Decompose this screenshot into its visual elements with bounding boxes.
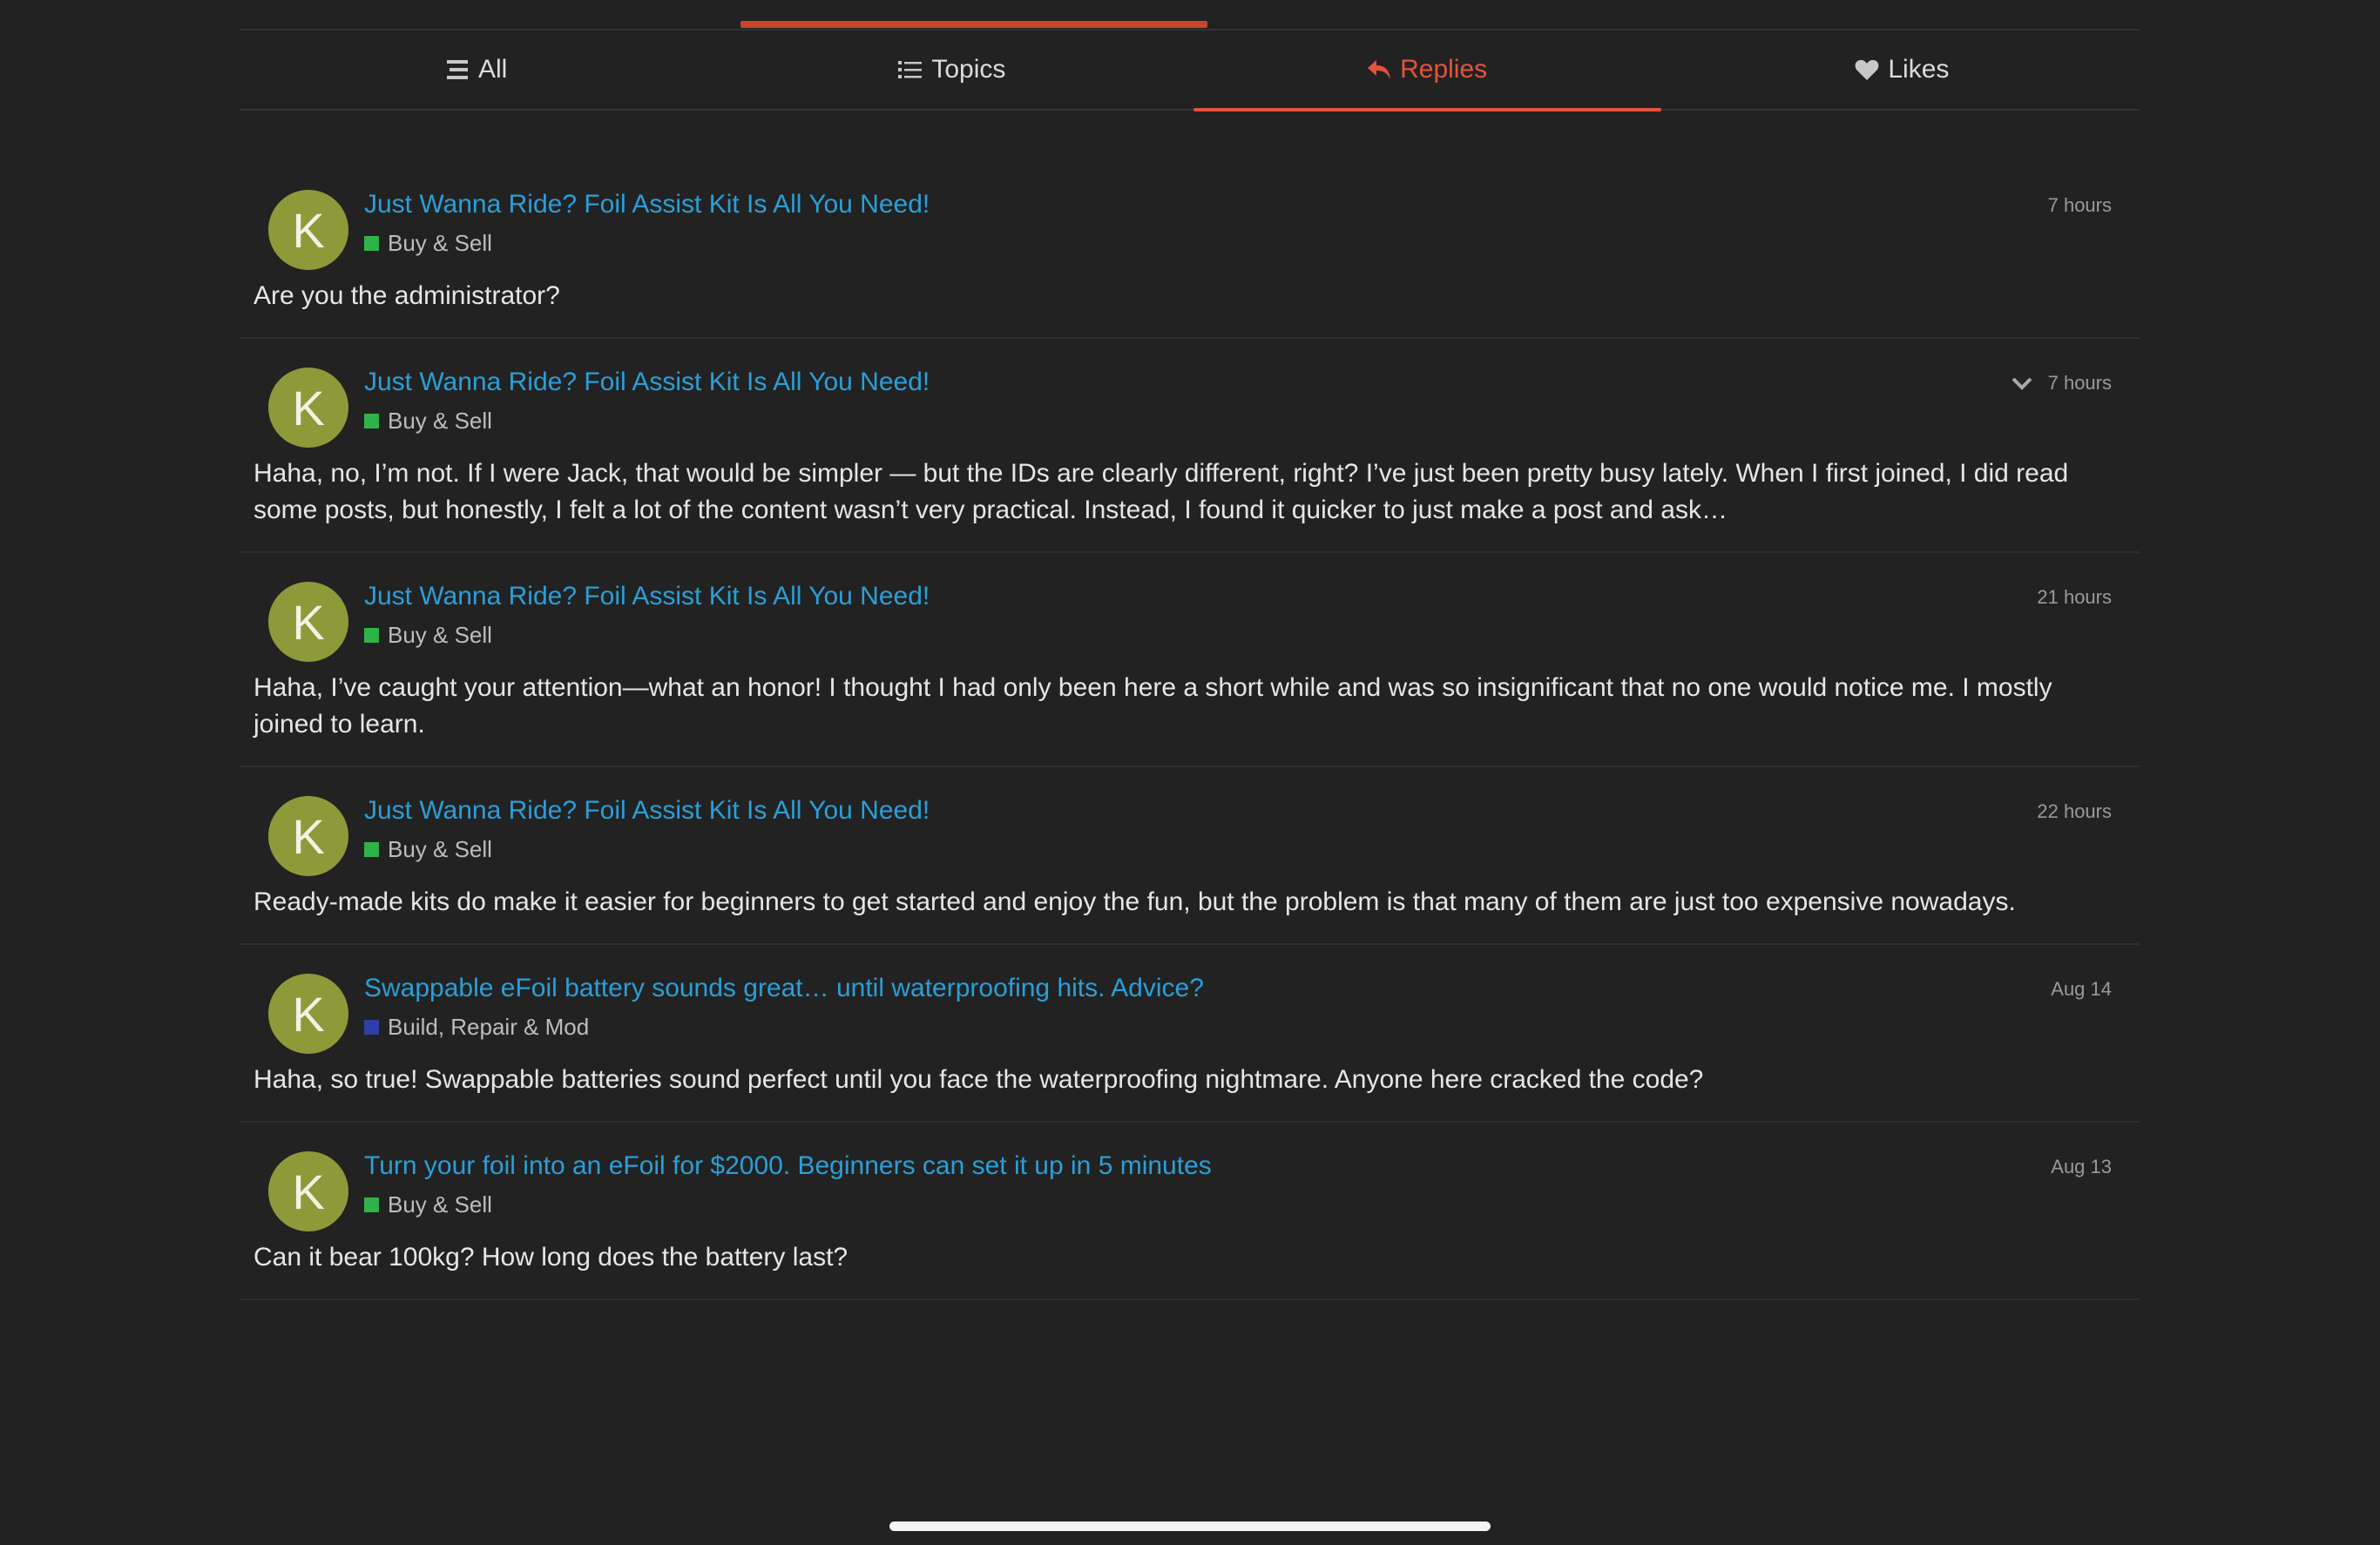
post-excerpt: Can it bear 100kg? How long does the bat… bbox=[254, 1243, 849, 1272]
category-badge[interactable]: Buy & Sell bbox=[364, 408, 492, 435]
list-icon bbox=[898, 59, 923, 80]
post-time[interactable]: 21 hours bbox=[2037, 586, 2112, 609]
avatar[interactable]: K bbox=[268, 796, 348, 876]
list-item: K Swappable eFoil battery sounds great… … bbox=[240, 945, 2140, 1123]
tab-all[interactable]: All bbox=[240, 30, 714, 109]
list-item: K Just Wanna Ride? Foil Assist Kit Is Al… bbox=[240, 767, 2140, 945]
category-label: Buy & Sell bbox=[388, 408, 492, 434]
avatar[interactable]: K bbox=[268, 190, 348, 270]
chevron-down-icon[interactable] bbox=[2011, 372, 2033, 395]
topic-link[interactable]: Turn your foil into an eFoil for $2000. … bbox=[364, 1151, 1212, 1181]
category-label: Build, Repair & Mod bbox=[388, 1014, 590, 1040]
category-badge[interactable]: Buy & Sell bbox=[364, 230, 492, 257]
post-time[interactable]: Aug 13 bbox=[2051, 1156, 2112, 1178]
top-accent-bar bbox=[740, 21, 1207, 28]
category-badge[interactable]: Buy & Sell bbox=[364, 836, 492, 863]
list-item: K Just Wanna Ride? Foil Assist Kit Is Al… bbox=[240, 161, 2140, 339]
topic-link[interactable]: Swappable eFoil battery sounds great… un… bbox=[364, 974, 1204, 1003]
home-indicator[interactable] bbox=[889, 1521, 1491, 1531]
activity-tabs: All Topics Replies Likes bbox=[240, 30, 2140, 111]
tab-replies-label: Replies bbox=[1400, 55, 1488, 84]
tab-topics[interactable]: Topics bbox=[714, 30, 1189, 109]
tab-likes[interactable]: Likes bbox=[1665, 30, 2140, 109]
post-time[interactable]: Aug 14 bbox=[2051, 978, 2112, 1001]
post-excerpt: Haha, so true! Swappable batteries sound… bbox=[254, 1065, 1704, 1094]
avatar[interactable]: K bbox=[268, 1151, 348, 1231]
list-item: K Just Wanna Ride? Foil Assist Kit Is Al… bbox=[240, 553, 2140, 767]
topic-link[interactable]: Just Wanna Ride? Foil Assist Kit Is All … bbox=[364, 368, 930, 397]
post-time[interactable]: 22 hours bbox=[2037, 800, 2112, 823]
post-excerpt: Are you the administrator? bbox=[254, 281, 560, 310]
reply-feed: K Just Wanna Ride? Foil Assist Kit Is Al… bbox=[240, 161, 2140, 1300]
list-item: K Just Wanna Ride? Foil Assist Kit Is Al… bbox=[240, 339, 2140, 553]
topic-link[interactable]: Just Wanna Ride? Foil Assist Kit Is All … bbox=[364, 796, 930, 826]
category-label: Buy & Sell bbox=[388, 622, 492, 648]
category-square-icon bbox=[364, 414, 379, 428]
tab-all-label: All bbox=[477, 55, 508, 84]
category-label: Buy & Sell bbox=[388, 1191, 492, 1218]
avatar[interactable]: K bbox=[268, 974, 348, 1054]
tab-replies[interactable]: Replies bbox=[1190, 30, 1665, 111]
post-excerpt: Haha, no, I’m not. If I were Jack, that … bbox=[254, 459, 2069, 524]
reply-icon bbox=[1367, 58, 1391, 81]
category-square-icon bbox=[364, 842, 379, 857]
category-badge[interactable]: Buy & Sell bbox=[364, 1191, 492, 1218]
topic-link[interactable]: Just Wanna Ride? Foil Assist Kit Is All … bbox=[364, 582, 930, 611]
category-square-icon bbox=[364, 628, 379, 643]
tab-topics-label: Topics bbox=[931, 55, 1006, 84]
bars-icon bbox=[446, 59, 470, 80]
category-badge[interactable]: Buy & Sell bbox=[364, 622, 492, 649]
category-square-icon bbox=[364, 236, 379, 251]
category-square-icon bbox=[364, 1020, 379, 1035]
avatar[interactable]: K bbox=[268, 582, 348, 662]
category-square-icon bbox=[364, 1198, 379, 1212]
post-excerpt: Ready-made kits do make it easier for be… bbox=[254, 887, 2016, 916]
post-time[interactable]: 7 hours bbox=[2048, 372, 2112, 395]
list-item: K Turn your foil into an eFoil for $2000… bbox=[240, 1123, 2140, 1300]
category-badge[interactable]: Build, Repair & Mod bbox=[364, 1014, 589, 1041]
topic-link[interactable]: Just Wanna Ride? Foil Assist Kit Is All … bbox=[364, 190, 930, 219]
category-label: Buy & Sell bbox=[388, 230, 492, 256]
post-excerpt: Haha, I’ve caught your attention—what an… bbox=[254, 673, 2052, 739]
post-time[interactable]: 7 hours bbox=[2048, 194, 2112, 217]
category-label: Buy & Sell bbox=[388, 836, 492, 862]
tab-likes-label: Likes bbox=[1888, 55, 1950, 84]
heart-icon bbox=[1855, 58, 1879, 81]
avatar[interactable]: K bbox=[268, 368, 348, 448]
